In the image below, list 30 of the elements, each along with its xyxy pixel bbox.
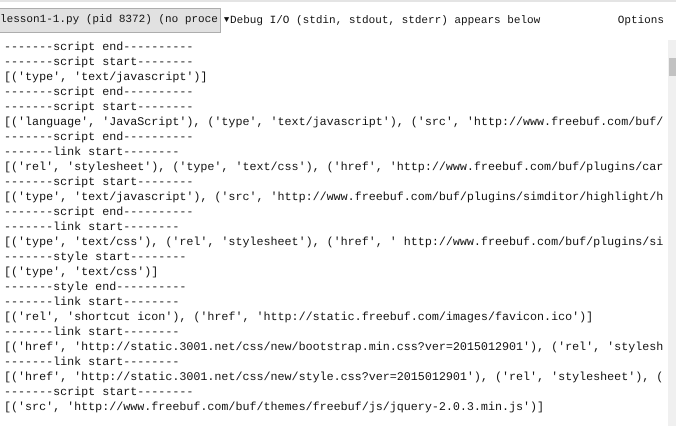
output-line: [('type', 'text/css')] [4,265,158,280]
output-line: -------script end---------- [4,205,194,220]
output-line: -------style start-------- [4,250,186,265]
output-line: [('href', 'http://static.3001.net/css/new/bootstrap.min.css?ver=2015012901'), ('rel', 'stylesh [4,340,664,355]
output-line: -------script start-------- [4,175,194,190]
caret-icon: ▼ [224,15,230,25]
output-line: -------script start-------- [4,385,194,400]
options-button[interactable]: Options [618,15,664,27]
output-line: [('language', 'JavaScript'), ('type', 'text/javascript'), ('src', 'http://www.freebuf.com/buf/ [4,115,664,130]
output-line: -------style end---------- [4,280,186,295]
info-text: Debug I/O (stdin, stdout, stderr) appears below [230,15,540,27]
output-line: -------script start-------- [4,100,194,115]
output-line: -------link start-------- [4,145,180,160]
output-line: -------script end---------- [4,40,194,55]
output-line: -------script end---------- [4,130,194,145]
output-line: [('rel', 'shortcut icon'), ('href', 'http://static.freebuf.com/images/favicon.ico')] [4,310,594,325]
scroll-thumb[interactable] [669,58,676,76]
output-line: [('rel', 'stylesheet'), ('type', 'text/css'), ('href', 'http://www.freebuf.com/buf/plugins/car [4,160,664,175]
output-line: -------link start-------- [4,325,180,340]
output-line: [('type', 'text/javascript')] [4,70,208,85]
output-line: [('type', 'text/javascript'), ('src', 'http://www.freebuf.com/buf/plugins/simditor/highlight/h [4,190,664,205]
output-line: -------script start-------- [4,55,194,70]
output-line: [('src', 'http://www.freebuf.com/buf/themes/freebuf/js/jquery-2.0.3.min.js')] [4,400,544,415]
scrollbar[interactable] [668,40,676,426]
output-line: -------link start-------- [4,220,180,235]
output-line: -------link start-------- [4,355,180,370]
output-line: -------script end---------- [4,85,194,100]
output-line: [('href', 'http://static.3001.net/css/new/style.css?ver=2015012901'), ('rel', 'stylesheet'), ( [4,370,664,385]
output-line: -------link start-------- [4,295,180,310]
output-line: [('type', 'text/css'), ('rel', 'stylesheet'), ('href', ' http://www.freebuf.com/buf/plugins/si [4,235,664,250]
